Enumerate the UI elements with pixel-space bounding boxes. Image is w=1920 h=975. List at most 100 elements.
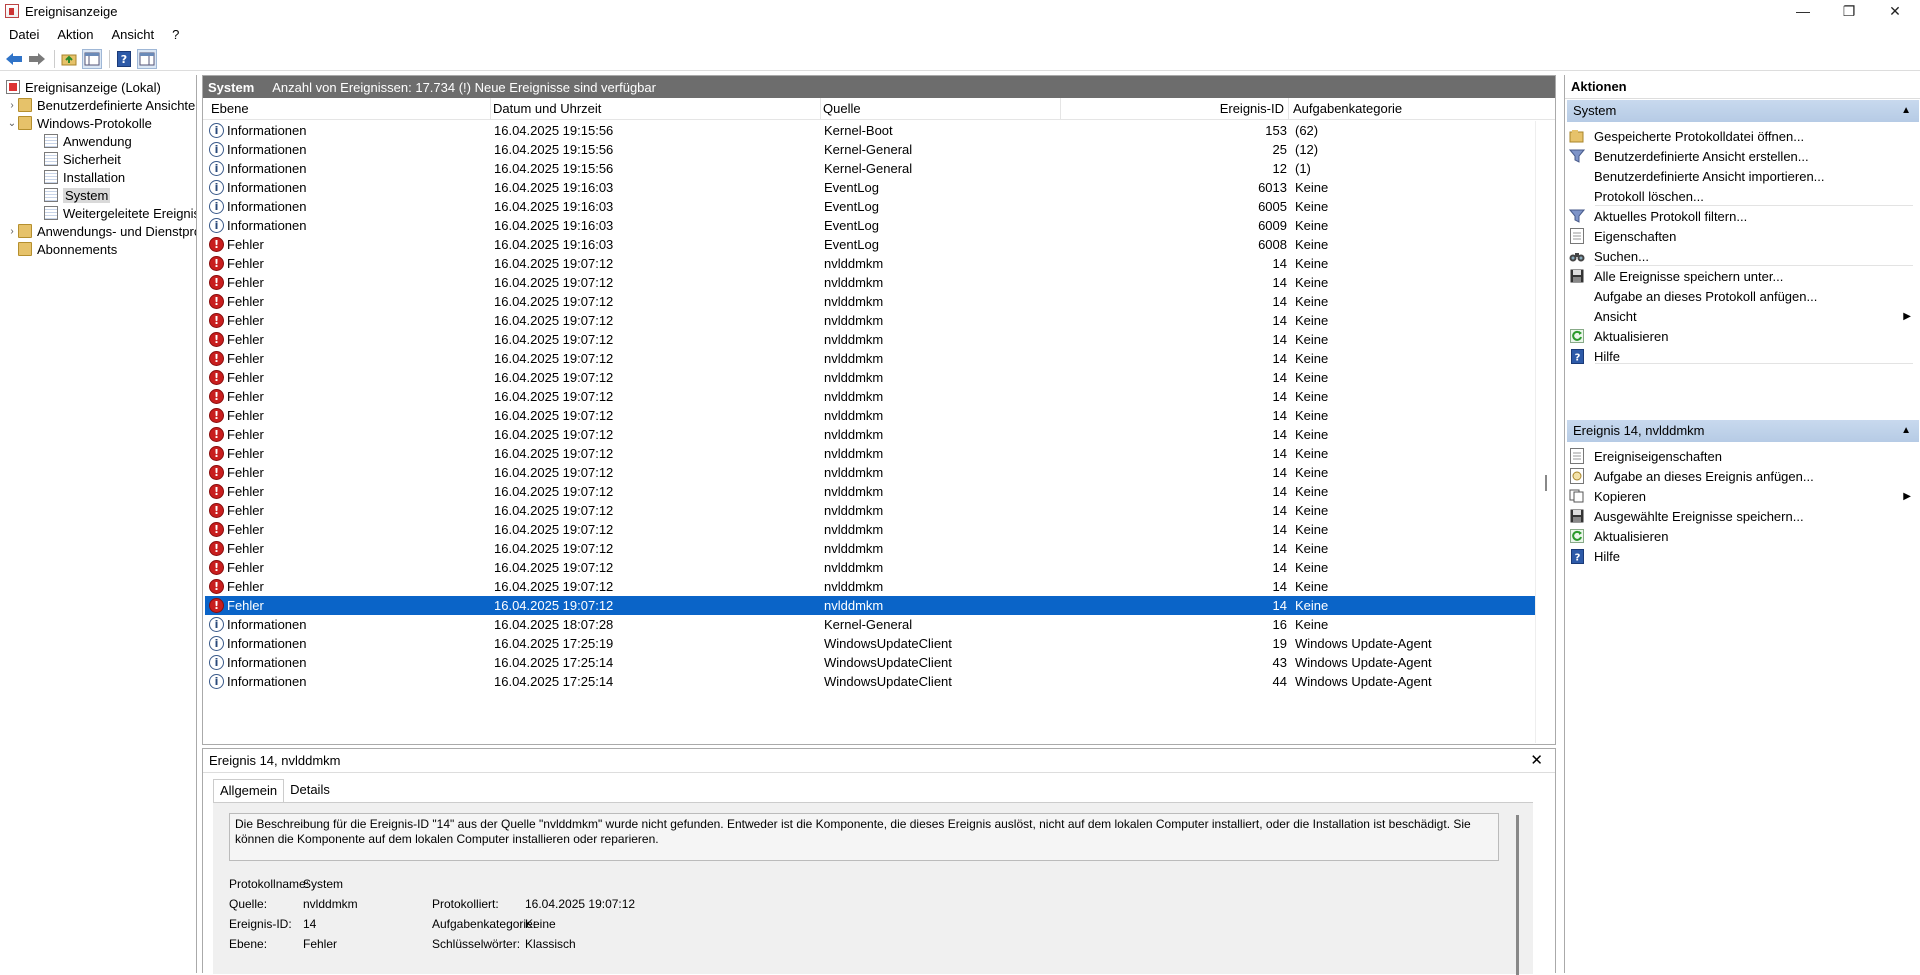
tree-item-forwarded-events[interactable]: Weitergeleitete Ereignisse bbox=[44, 204, 196, 222]
chevron-right-icon[interactable]: › bbox=[6, 100, 18, 111]
menu-ansicht[interactable]: Ansicht bbox=[103, 27, 164, 42]
table-row[interactable]: i Informationen 16.04.2025 18:07:28 Kernel-… bbox=[205, 615, 1536, 634]
show-hide-tree-icon[interactable] bbox=[82, 48, 102, 69]
column-header-quelle[interactable]: Quelle bbox=[821, 98, 1061, 120]
blank-icon bbox=[1569, 288, 1585, 304]
actions-section-system[interactable]: System ▲ bbox=[1567, 100, 1919, 122]
action-item[interactable]: Protokoll löschen... bbox=[1569, 185, 1915, 207]
collapse-icon[interactable]: ▲ bbox=[1901, 100, 1911, 122]
help-icon[interactable]: ? bbox=[114, 49, 134, 69]
collapse-icon[interactable]: ▲ bbox=[1901, 420, 1911, 442]
table-row[interactable]: i Informationen 16.04.2025 19:15:56 Kernel-… bbox=[205, 121, 1536, 140]
table-row[interactable]: ! Fehler 16.04.2025 19:07:12 nvlddmkm 14 Kein… bbox=[205, 539, 1536, 558]
action-item[interactable]: ? Hilfe bbox=[1569, 545, 1915, 567]
cell-id: 14 bbox=[1272, 465, 1287, 480]
action-item[interactable]: Benutzerdefinierte Ansicht erstellen... bbox=[1569, 145, 1915, 167]
table-row[interactable]: ! Fehler 16.04.2025 19:07:12 nvlddmkm 14 Kein… bbox=[205, 596, 1536, 615]
tree-item-installation[interactable]: Installation bbox=[44, 168, 125, 186]
cell-source: nvlddmkm bbox=[824, 446, 884, 461]
table-row[interactable]: i Informationen 16.04.2025 19:16:03 EventLo… bbox=[205, 178, 1536, 197]
event-description[interactable]: Die Beschreibung für die Ereignis-ID "14… bbox=[229, 813, 1499, 861]
table-row[interactable]: i Informationen 16.04.2025 19:15:56 Kernel-… bbox=[205, 140, 1536, 159]
action-item[interactable]: Gespeicherte Protokolldatei öffnen... bbox=[1569, 125, 1915, 147]
table-row[interactable]: ! Fehler 16.04.2025 19:07:12 nvlddmkm 14 Kein… bbox=[205, 311, 1536, 330]
tree-item-app-services[interactable]: › Anwendungs- und Dienstprotokolle bbox=[6, 222, 196, 240]
action-item[interactable]: Ansicht ▶ bbox=[1569, 305, 1915, 327]
column-header-datum[interactable]: Datum und Uhrzeit bbox=[491, 98, 821, 120]
table-row[interactable]: ! Fehler 16.04.2025 19:07:12 nvlddmkm 14 Kein… bbox=[205, 558, 1536, 577]
tree-item-sicherheit[interactable]: Sicherheit bbox=[44, 150, 121, 168]
cell-id: 14 bbox=[1272, 351, 1287, 366]
table-row[interactable]: ! Fehler 16.04.2025 19:07:12 nvlddmkm 14 Kein… bbox=[205, 330, 1536, 349]
table-row[interactable]: ! Fehler 16.04.2025 19:16:03 EventLog 6008 Ke… bbox=[205, 235, 1536, 254]
open-folder-icon bbox=[1569, 128, 1585, 144]
action-item[interactable]: Benutzerdefinierte Ansicht importieren..… bbox=[1569, 165, 1915, 187]
table-row[interactable]: i Informationen 16.04.2025 19:16:03 EventLo… bbox=[205, 216, 1536, 235]
tree-item-windows-logs[interactable]: ⌄ Windows-Protokolle bbox=[6, 114, 152, 132]
detail-scrollbar[interactable] bbox=[1516, 815, 1519, 975]
table-row[interactable]: i Informationen 16.04.2025 17:25:14 Windows… bbox=[205, 672, 1536, 691]
forward-arrow-icon[interactable] bbox=[27, 49, 47, 69]
column-header-ebene[interactable]: Ebene bbox=[211, 98, 491, 120]
tree-item-custom-views[interactable]: › Benutzerdefinierte Ansichten bbox=[6, 96, 196, 114]
cell-level: Fehler bbox=[227, 332, 264, 347]
menu-help[interactable]: ? bbox=[163, 27, 188, 42]
action-item[interactable]: Kopieren ▶ bbox=[1569, 485, 1915, 507]
table-row[interactable]: ! Fehler 16.04.2025 19:07:12 nvlddmkm 14 Kein… bbox=[205, 425, 1536, 444]
cell-source: nvlddmkm bbox=[824, 275, 884, 290]
action-item[interactable]: Aktualisieren bbox=[1569, 325, 1915, 347]
action-item[interactable]: Suchen... bbox=[1569, 245, 1915, 267]
tree-item-anwendung[interactable]: Anwendung bbox=[44, 132, 132, 150]
table-row[interactable]: ! Fehler 16.04.2025 19:07:12 nvlddmkm 14 Kein… bbox=[205, 501, 1536, 520]
table-row[interactable]: ! Fehler 16.04.2025 19:07:12 nvlddmkm 14 Kein… bbox=[205, 254, 1536, 273]
menu-datei[interactable]: Datei bbox=[0, 27, 48, 42]
cell-category: Keine bbox=[1295, 275, 1329, 290]
action-item[interactable]: Aktuelles Protokoll filtern... bbox=[1569, 205, 1915, 227]
folder-up-icon[interactable] bbox=[59, 49, 79, 69]
table-row[interactable]: i Informationen 16.04.2025 17:25:14 Windows… bbox=[205, 653, 1536, 672]
show-action-pane-icon[interactable] bbox=[137, 48, 157, 69]
close-button[interactable]: ✕ bbox=[1872, 0, 1918, 22]
table-row[interactable]: ! Fehler 16.04.2025 19:07:12 nvlddmkm 14 Kein… bbox=[205, 577, 1536, 596]
action-item[interactable]: Ereigniseigenschaften bbox=[1569, 445, 1915, 467]
back-arrow-icon[interactable] bbox=[4, 49, 24, 69]
table-row[interactable]: i Informationen 16.04.2025 19:16:03 EventLo… bbox=[205, 197, 1536, 216]
table-row[interactable]: ! Fehler 16.04.2025 19:07:12 nvlddmkm 14 Kein… bbox=[205, 349, 1536, 368]
action-item[interactable]: Ausgewählte Ereignisse speichern... bbox=[1569, 505, 1915, 527]
table-row[interactable]: ! Fehler 16.04.2025 19:07:12 nvlddmkm 14 Kein… bbox=[205, 444, 1536, 463]
actions-section-event[interactable]: Ereignis 14, nvlddmkm ▲ bbox=[1567, 420, 1919, 442]
table-row[interactable]: i Informationen 16.04.2025 19:15:56 Kernel-… bbox=[205, 159, 1536, 178]
list-scrollbar[interactable] bbox=[1535, 121, 1555, 743]
minimize-button[interactable]: — bbox=[1780, 0, 1826, 22]
tree-item-system[interactable]: System bbox=[44, 186, 111, 204]
tab-details[interactable]: Details bbox=[284, 779, 336, 803]
maximize-button[interactable]: ❐ bbox=[1826, 0, 1872, 22]
table-row[interactable]: ! Fehler 16.04.2025 19:07:12 nvlddmkm 14 Kein… bbox=[205, 387, 1536, 406]
table-row[interactable]: ! Fehler 16.04.2025 19:07:12 nvlddmkm 14 Kein… bbox=[205, 406, 1536, 425]
chevron-right-icon[interactable]: › bbox=[6, 226, 18, 237]
table-row[interactable]: ! Fehler 16.04.2025 19:07:12 nvlddmkm 14 Kein… bbox=[205, 463, 1536, 482]
table-row[interactable]: ! Fehler 16.04.2025 19:07:12 nvlddmkm 14 Kein… bbox=[205, 482, 1536, 501]
action-item[interactable]: Aufgabe an dieses Ereignis anfügen... bbox=[1569, 465, 1915, 487]
column-header-ereignis-id[interactable]: Ereignis-ID bbox=[1061, 98, 1289, 120]
cell-category: (1) bbox=[1295, 161, 1311, 176]
menu-aktion[interactable]: Aktion bbox=[48, 27, 102, 42]
tree-item-subscriptions[interactable]: Abonnements bbox=[18, 240, 117, 258]
close-icon[interactable]: ✕ bbox=[1530, 749, 1543, 773]
chevron-down-icon[interactable]: ⌄ bbox=[6, 118, 18, 129]
action-item[interactable]: Aktualisieren bbox=[1569, 525, 1915, 547]
table-row[interactable]: i Informationen 16.04.2025 17:25:19 Windows… bbox=[205, 634, 1536, 653]
table-row[interactable]: ! Fehler 16.04.2025 19:07:12 nvlddmkm 14 Kein… bbox=[205, 273, 1536, 292]
action-item[interactable]: Eigenschaften bbox=[1569, 225, 1915, 247]
action-item[interactable]: Alle Ereignisse speichern unter... bbox=[1569, 265, 1915, 287]
action-item[interactable]: Aufgabe an dieses Protokoll anfügen... bbox=[1569, 285, 1915, 307]
table-row[interactable]: ! Fehler 16.04.2025 19:07:12 nvlddmkm 14 Kein… bbox=[205, 292, 1536, 311]
scrollbar-thumb[interactable] bbox=[1545, 475, 1547, 491]
table-row[interactable]: ! Fehler 16.04.2025 19:07:12 nvlddmkm 14 Kein… bbox=[205, 368, 1536, 387]
cell-source: EventLog bbox=[824, 180, 879, 195]
cell-id: 14 bbox=[1272, 503, 1287, 518]
column-header-aufgabenkategorie[interactable]: Aufgabenkategorie bbox=[1293, 98, 1533, 120]
tree-item-root[interactable]: Ereignisanzeige (Lokal) bbox=[6, 78, 161, 96]
tab-allgemein[interactable]: Allgemein bbox=[213, 779, 285, 803]
table-row[interactable]: ! Fehler 16.04.2025 19:07:12 nvlddmkm 14 Kein… bbox=[205, 520, 1536, 539]
